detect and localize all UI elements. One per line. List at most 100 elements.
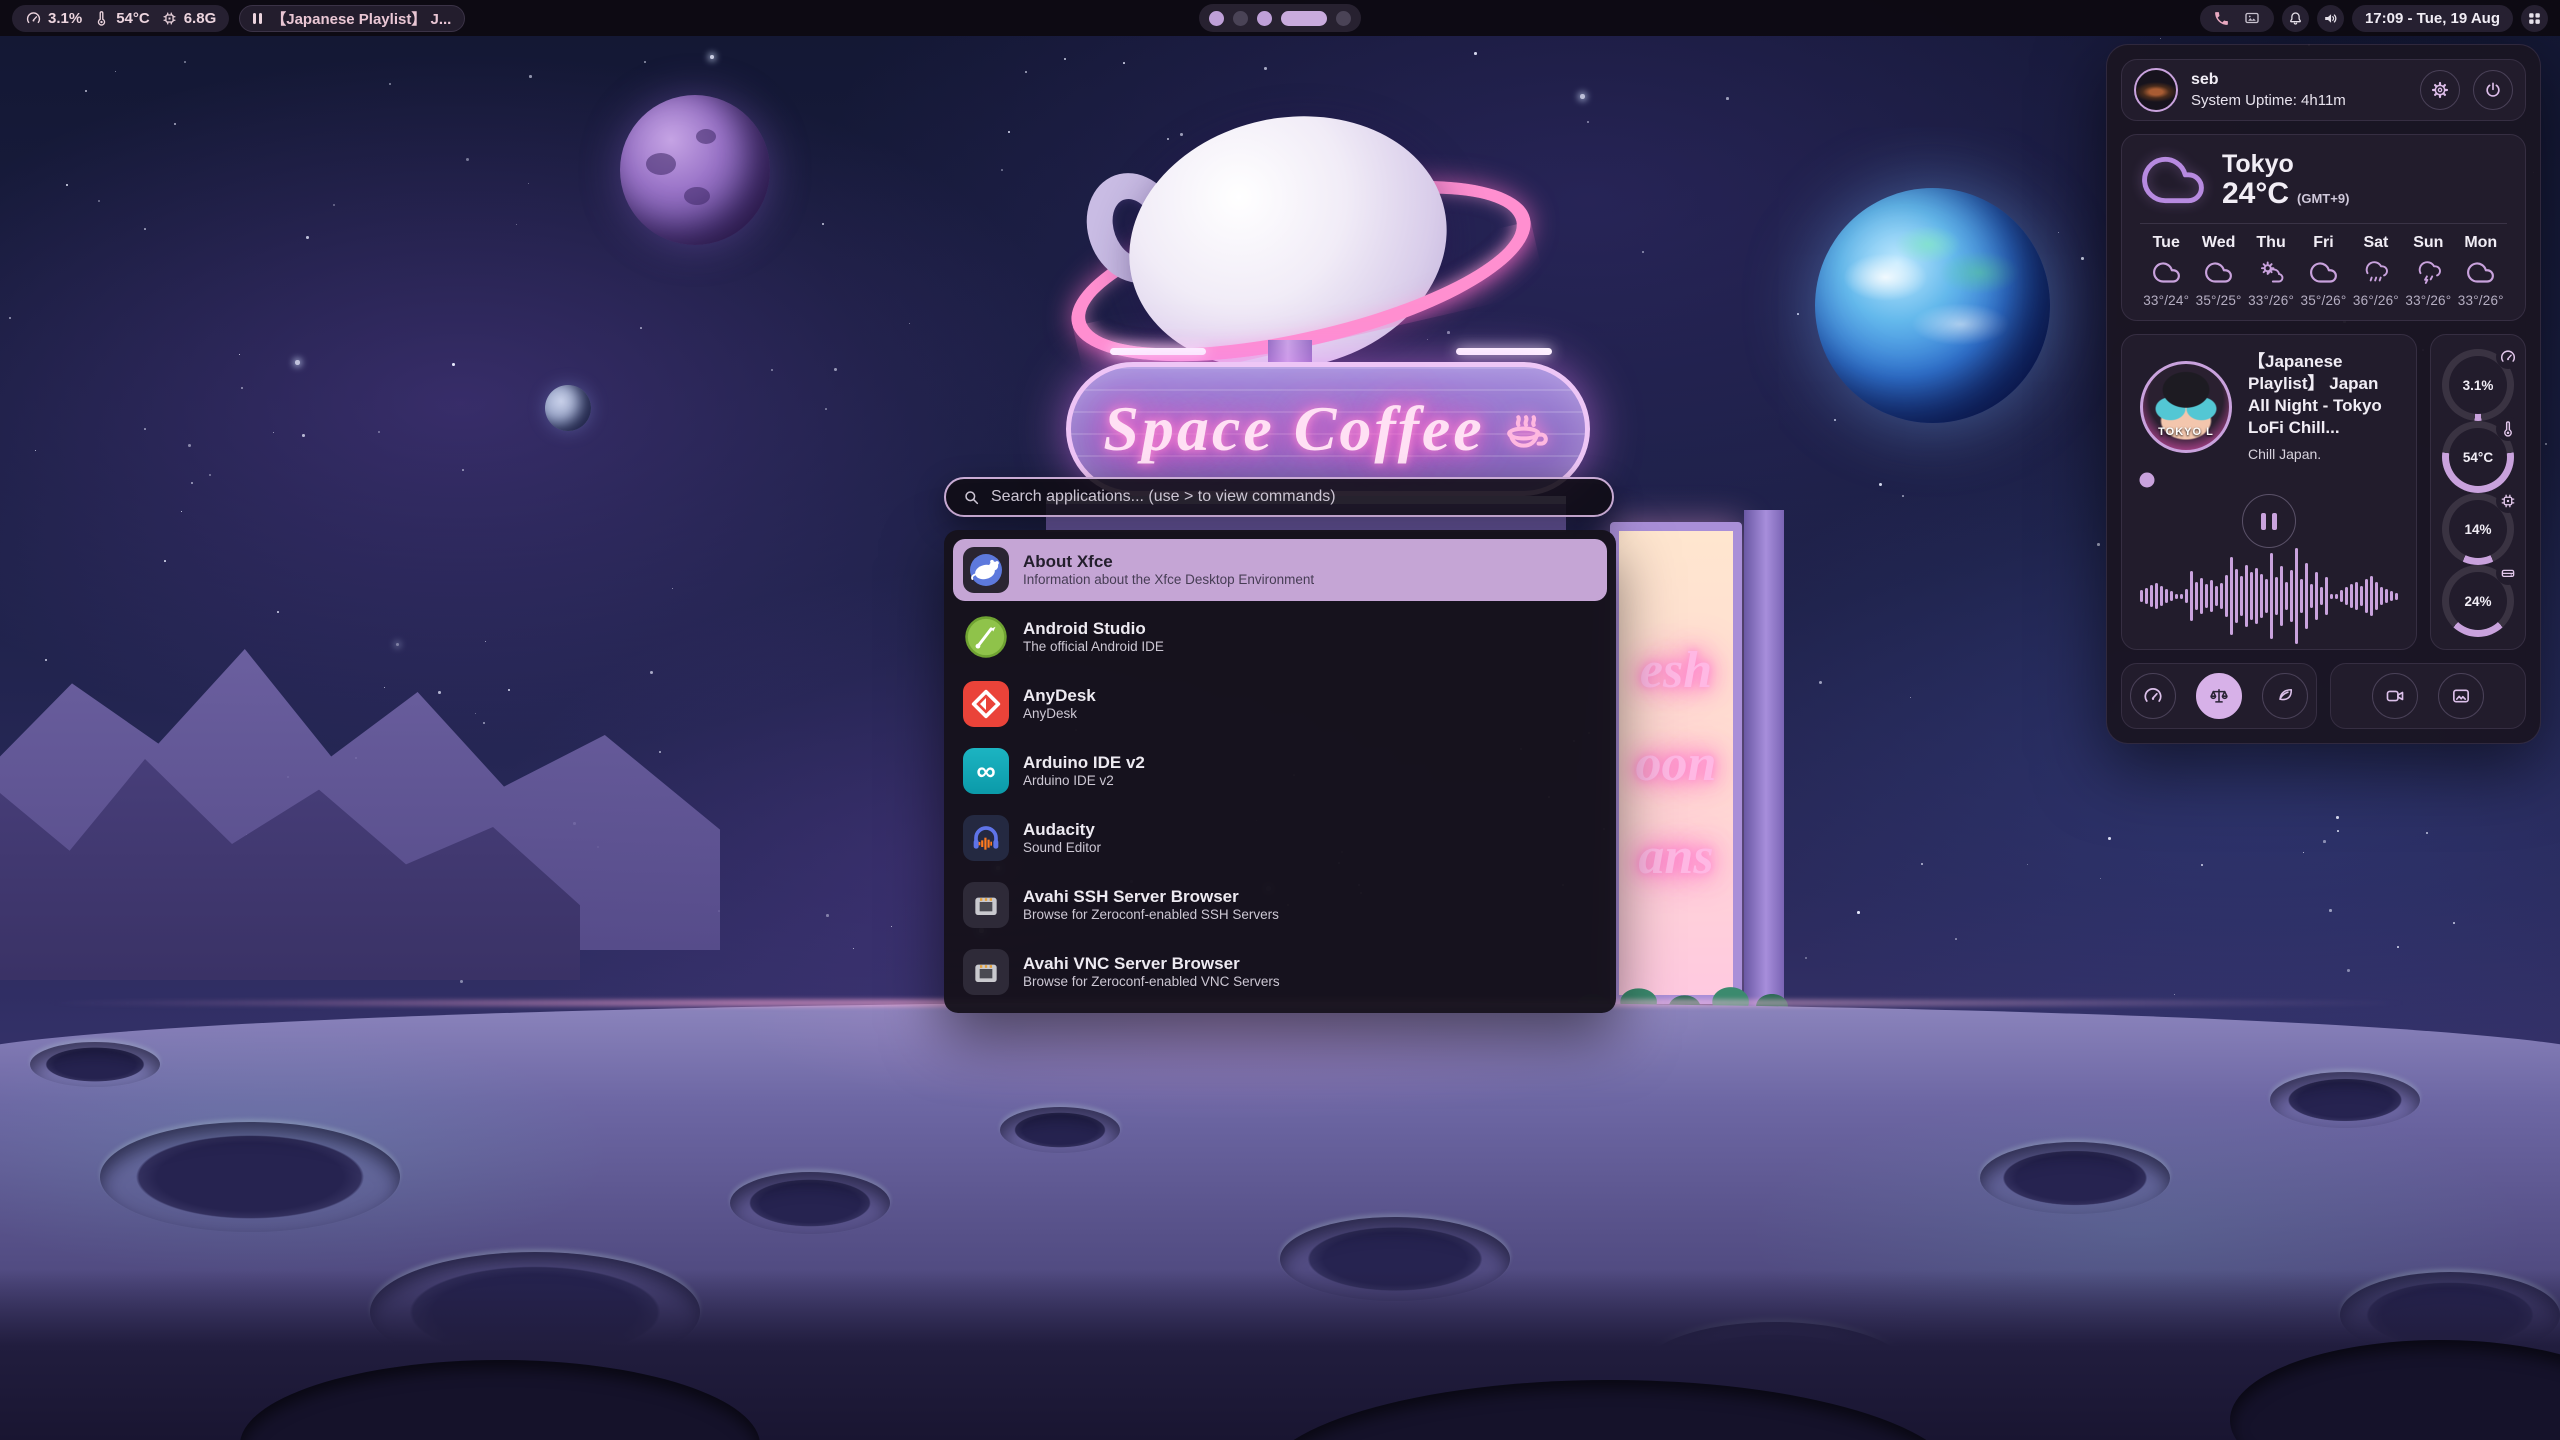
pause-icon <box>253 13 262 24</box>
balanced-profile-button[interactable] <box>2196 673 2242 719</box>
forecast-day: Sun <box>2402 234 2454 252</box>
roof-light-right <box>1456 348 1552 355</box>
progress-knob[interactable] <box>2140 473 2155 488</box>
cloud-icon <box>2455 259 2507 286</box>
purple-planet <box>620 95 770 245</box>
disk-icon <box>2496 561 2520 585</box>
forecast-day: Sat <box>2350 234 2402 252</box>
album-art: TOKYO L <box>2140 361 2232 453</box>
power-button[interactable] <box>2473 70 2513 110</box>
cloud-icon <box>2192 259 2244 286</box>
anydesk-icon <box>963 681 1009 727</box>
neon-sign-text: Space Coffee <box>1103 392 1484 466</box>
cloud-icon <box>2140 149 2206 211</box>
phone-icon[interactable] <box>2213 10 2230 27</box>
volume-button[interactable] <box>2317 5 2344 32</box>
memory-usage-value: 6.8G <box>184 10 217 27</box>
app-description: Browse for Zeroconf-enabled SSH Servers <box>1023 908 1279 922</box>
app-item-avahi-vnc[interactable]: Avahi VNC Server BrowserBrowse for Zeroc… <box>953 941 1607 1003</box>
capture-card <box>2330 663 2526 729</box>
clock[interactable]: 17:09 - Tue, 19 Aug <box>2352 5 2513 32</box>
app-description: Information about the Xfce Desktop Envir… <box>1023 573 1314 587</box>
search-input[interactable] <box>991 488 1596 506</box>
app-description: Sound Editor <box>1023 841 1101 855</box>
power-saver-profile-button[interactable] <box>2262 673 2308 719</box>
workspace-dot-occupied[interactable] <box>1257 11 1272 26</box>
app-name: About Xfce <box>1023 553 1314 570</box>
speedometer-icon <box>25 10 42 27</box>
image-icon[interactable] <box>2243 9 2261 27</box>
search-icon <box>962 488 981 507</box>
window-neon-line: ans <box>1638 827 1713 886</box>
speedometer-icon <box>2496 345 2520 369</box>
forecast-temps: 33°/26° <box>2455 293 2507 308</box>
app-name: Audacity <box>1023 821 1101 838</box>
speedometer-icon <box>2142 685 2164 707</box>
app-name: Android Studio <box>1023 620 1164 637</box>
app-name: Avahi VNC Server Browser <box>1023 955 1280 972</box>
rain-icon <box>2350 259 2402 286</box>
avatar <box>2134 68 2178 112</box>
clock-label: 17:09 - Tue, 19 Aug <box>2365 10 2500 27</box>
storm-icon <box>2402 259 2454 286</box>
app-description: AnyDesk <box>1023 707 1096 721</box>
workspace-dot-empty[interactable] <box>1336 11 1351 26</box>
cpu-usage: 3.1% <box>25 10 82 27</box>
weather-forecast: Tue Wed Thu Fri Sat Sun Mon 33°/24° 35°/… <box>2140 234 2507 308</box>
user-name: seb <box>2191 71 2346 89</box>
workspace-dot-occupied[interactable] <box>1209 11 1224 26</box>
window-neon-line: oon <box>1636 734 1717 793</box>
grid-icon <box>2526 10 2543 27</box>
cpu-temperature-value: 54°C <box>116 10 150 27</box>
speaker-icon <box>2322 10 2339 27</box>
android-studio-icon <box>963 614 1009 660</box>
memory-usage: 6.8G <box>161 10 217 27</box>
track-subtitle: Chill Japan. <box>2248 446 2398 462</box>
app-description: The official Android IDE <box>1023 640 1164 654</box>
app-name: Arduino IDE v2 <box>1023 754 1145 771</box>
leaf-icon <box>2274 685 2296 707</box>
screenshot-button[interactable] <box>2438 673 2484 719</box>
space-coffee-neon-sign: Space Coffee <box>1066 362 1590 496</box>
video-camera-icon <box>2384 685 2406 707</box>
thermometer-icon <box>2496 417 2520 441</box>
notifications-button[interactable] <box>2282 5 2309 32</box>
forecast-temps: 35°/26° <box>2297 293 2349 308</box>
gear-icon <box>2430 80 2450 100</box>
app-item-android-studio[interactable]: Android Studio The official Android IDE <box>953 606 1607 668</box>
app-item-about-xfce[interactable]: About Xfce Information about the Xfce Des… <box>953 539 1607 601</box>
steaming-cup-icon <box>1499 402 1553 456</box>
weather-timezone: (GMT+9) <box>2297 191 2349 206</box>
roof-light-left <box>1110 348 1206 355</box>
overview-button[interactable] <box>2521 5 2548 32</box>
track-title: 【Japanese Playlist】 Japan All Night - To… <box>2248 351 2398 439</box>
disk-gauge: 24% <box>2442 565 2514 637</box>
app-item-audacity[interactable]: Audacity Sound Editor <box>953 807 1607 869</box>
screen-record-button[interactable] <box>2372 673 2418 719</box>
control-center-panel: seb System Uptime: 4h11m Tokyo 24°C (GMT… <box>2106 44 2541 744</box>
forecast-day: Mon <box>2455 234 2507 252</box>
memory-gauge: 14% <box>2442 493 2514 565</box>
audacity-icon <box>963 815 1009 861</box>
app-search-bar[interactable] <box>944 477 1614 517</box>
chip-icon <box>2496 489 2520 513</box>
performance-profile-button[interactable] <box>2130 673 2176 719</box>
scales-icon <box>2208 685 2230 707</box>
now-playing-pill[interactable]: 【Japanese Playlist】 J... <box>239 5 465 32</box>
audio-visualizer <box>2140 548 2398 644</box>
user-card: seb System Uptime: 4h11m <box>2121 59 2526 121</box>
forecast-day: Tue <box>2140 234 2192 252</box>
top-panel: 3.1% 54°C 6.8G 【Japanese Playlist】 J... … <box>0 0 2560 36</box>
shop-window: esh oon ans <box>1610 522 1742 1004</box>
pause-button[interactable] <box>2242 494 2296 548</box>
workspace-dot-active[interactable] <box>1281 11 1327 26</box>
settings-button[interactable] <box>2420 70 2460 110</box>
workspace-switcher[interactable] <box>1199 4 1361 32</box>
app-item-arduino[interactable]: ∞ Arduino IDE v2Arduino IDE v2 <box>953 740 1607 802</box>
workspace-dot-empty[interactable] <box>1233 11 1248 26</box>
app-item-avahi-ssh[interactable]: Avahi SSH Server BrowserBrowse for Zeroc… <box>953 874 1607 936</box>
cloud-icon <box>2297 259 2349 286</box>
system-gauges-card: 3.1% 54°C 14% 24% <box>2430 334 2526 650</box>
app-item-anydesk[interactable]: AnyDeskAnyDesk <box>953 673 1607 735</box>
sun-cloud-icon <box>2245 259 2297 286</box>
